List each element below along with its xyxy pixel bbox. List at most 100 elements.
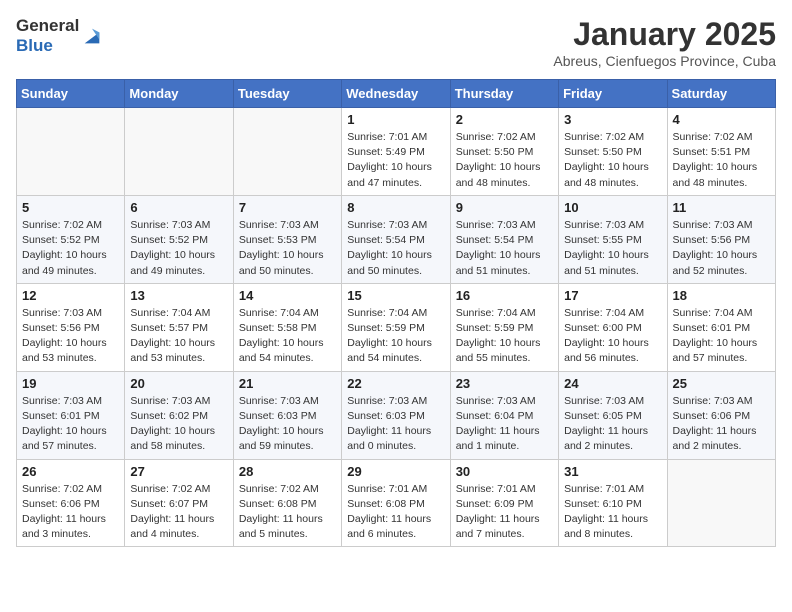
calendar-day-header: Sunday bbox=[17, 80, 125, 108]
day-number: 15 bbox=[347, 288, 444, 303]
logo-icon bbox=[81, 25, 103, 47]
calendar-cell: 29 Sunrise: 7:01 AM Sunset: 6:08 PM Dayli… bbox=[342, 459, 450, 547]
calendar-cell: 16 Sunrise: 7:04 AM Sunset: 5:59 PM Dayli… bbox=[450, 283, 558, 371]
calendar-week-row: 12Sunrise: 7:03 AM Sunset: 5:56 PM Dayli… bbox=[17, 283, 776, 371]
calendar-cell: 12Sunrise: 7:03 AM Sunset: 5:56 PM Dayli… bbox=[17, 283, 125, 371]
day-info: Sunrise: 7:04 AM Sunset: 6:00 PM Dayligh… bbox=[564, 306, 661, 367]
calendar-day-header: Wednesday bbox=[342, 80, 450, 108]
calendar-cell: 2 Sunrise: 7:02 AM Sunset: 5:50 PM Daylig… bbox=[450, 108, 558, 196]
calendar-cell: 13Sunrise: 7:04 AM Sunset: 5:57 PM Dayli… bbox=[125, 283, 233, 371]
day-number: 12 bbox=[22, 288, 119, 303]
calendar-cell: 9 Sunrise: 7:03 AM Sunset: 5:54 PM Daylig… bbox=[450, 195, 558, 283]
day-number: 21 bbox=[239, 376, 336, 391]
day-number: 29 bbox=[347, 464, 444, 479]
day-number: 6 bbox=[130, 200, 227, 215]
day-number: 11 bbox=[673, 200, 770, 215]
day-number: 9 bbox=[456, 200, 553, 215]
day-number: 24 bbox=[564, 376, 661, 391]
calendar-week-row: 26 Sunrise: 7:02 AM Sunset: 6:06 PM Dayli… bbox=[17, 459, 776, 547]
calendar-cell: 21 Sunrise: 7:03 AM Sunset: 6:03 PM Dayli… bbox=[233, 371, 341, 459]
logo: General Blue bbox=[16, 16, 103, 57]
logo-blue: Blue bbox=[16, 36, 79, 56]
calendar-cell: 20 Sunrise: 7:03 AM Sunset: 6:02 PM Dayli… bbox=[125, 371, 233, 459]
day-info: Sunrise: 7:02 AM Sunset: 6:07 PM Dayligh… bbox=[130, 482, 227, 543]
day-number: 20 bbox=[130, 376, 227, 391]
day-info: Sunrise: 7:03 AM Sunset: 6:01 PM Dayligh… bbox=[22, 394, 119, 455]
day-number: 23 bbox=[456, 376, 553, 391]
day-info: Sunrise: 7:01 AM Sunset: 6:08 PM Dayligh… bbox=[347, 482, 444, 543]
day-number: 17 bbox=[564, 288, 661, 303]
calendar-cell: 8 Sunrise: 7:03 AM Sunset: 5:54 PM Daylig… bbox=[342, 195, 450, 283]
calendar-cell: 15 Sunrise: 7:04 AM Sunset: 5:59 PM Dayli… bbox=[342, 283, 450, 371]
calendar-cell: 1 Sunrise: 7:01 AM Sunset: 5:49 PM Daylig… bbox=[342, 108, 450, 196]
day-info: Sunrise: 7:02 AM Sunset: 5:50 PM Dayligh… bbox=[456, 130, 553, 191]
calendar-cell: 7 Sunrise: 7:03 AM Sunset: 5:53 PM Daylig… bbox=[233, 195, 341, 283]
calendar-cell: 5 Sunrise: 7:02 AM Sunset: 5:52 PM Daylig… bbox=[17, 195, 125, 283]
day-number: 10 bbox=[564, 200, 661, 215]
calendar-cell: 23Sunrise: 7:03 AM Sunset: 6:04 PM Dayli… bbox=[450, 371, 558, 459]
logo-general: General bbox=[16, 16, 79, 36]
calendar-cell: 24 Sunrise: 7:03 AM Sunset: 6:05 PM Dayli… bbox=[559, 371, 667, 459]
calendar-day-header: Thursday bbox=[450, 80, 558, 108]
day-info: Sunrise: 7:02 AM Sunset: 6:08 PM Dayligh… bbox=[239, 482, 336, 543]
day-number: 4 bbox=[673, 112, 770, 127]
day-number: 28 bbox=[239, 464, 336, 479]
day-info: Sunrise: 7:03 AM Sunset: 6:03 PM Dayligh… bbox=[239, 394, 336, 455]
day-info: Sunrise: 7:04 AM Sunset: 5:59 PM Dayligh… bbox=[456, 306, 553, 367]
calendar-cell: 11 Sunrise: 7:03 AM Sunset: 5:56 PM Dayli… bbox=[667, 195, 775, 283]
day-info: Sunrise: 7:03 AM Sunset: 5:54 PM Dayligh… bbox=[456, 218, 553, 279]
calendar-cell bbox=[667, 459, 775, 547]
day-number: 2 bbox=[456, 112, 553, 127]
month-title: January 2025 bbox=[553, 16, 776, 53]
day-number: 25 bbox=[673, 376, 770, 391]
day-number: 27 bbox=[130, 464, 227, 479]
day-info: Sunrise: 7:02 AM Sunset: 5:51 PM Dayligh… bbox=[673, 130, 770, 191]
calendar-cell: 27 Sunrise: 7:02 AM Sunset: 6:07 PM Dayli… bbox=[125, 459, 233, 547]
day-number: 26 bbox=[22, 464, 119, 479]
calendar-header-row: SundayMondayTuesdayWednesdayThursdayFrid… bbox=[17, 80, 776, 108]
calendar-day-header: Saturday bbox=[667, 80, 775, 108]
calendar-week-row: 5 Sunrise: 7:02 AM Sunset: 5:52 PM Daylig… bbox=[17, 195, 776, 283]
day-number: 7 bbox=[239, 200, 336, 215]
day-number: 19 bbox=[22, 376, 119, 391]
day-info: Sunrise: 7:03 AM Sunset: 6:02 PM Dayligh… bbox=[130, 394, 227, 455]
calendar-cell: 25 Sunrise: 7:03 AM Sunset: 6:06 PM Dayli… bbox=[667, 371, 775, 459]
page-header: General Blue January 2025 Abreus, Cienfu… bbox=[16, 16, 776, 69]
calendar-cell bbox=[233, 108, 341, 196]
day-number: 8 bbox=[347, 200, 444, 215]
calendar-cell: 30 Sunrise: 7:01 AM Sunset: 6:09 PM Dayli… bbox=[450, 459, 558, 547]
day-info: Sunrise: 7:04 AM Sunset: 5:59 PM Dayligh… bbox=[347, 306, 444, 367]
day-info: Sunrise: 7:03 AM Sunset: 5:55 PM Dayligh… bbox=[564, 218, 661, 279]
day-info: Sunrise: 7:03 AM Sunset: 5:56 PM Dayligh… bbox=[673, 218, 770, 279]
calendar-cell: 26 Sunrise: 7:02 AM Sunset: 6:06 PM Dayli… bbox=[17, 459, 125, 547]
location-subtitle: Abreus, Cienfuegos Province, Cuba bbox=[553, 53, 776, 69]
day-info: Sunrise: 7:03 AM Sunset: 6:05 PM Dayligh… bbox=[564, 394, 661, 455]
day-info: Sunrise: 7:02 AM Sunset: 5:52 PM Dayligh… bbox=[22, 218, 119, 279]
calendar-cell: 14Sunrise: 7:04 AM Sunset: 5:58 PM Dayli… bbox=[233, 283, 341, 371]
day-info: Sunrise: 7:01 AM Sunset: 6:09 PM Dayligh… bbox=[456, 482, 553, 543]
title-section: January 2025 Abreus, Cienfuegos Province… bbox=[553, 16, 776, 69]
day-info: Sunrise: 7:03 AM Sunset: 5:53 PM Dayligh… bbox=[239, 218, 336, 279]
day-number: 1 bbox=[347, 112, 444, 127]
calendar-cell: 28 Sunrise: 7:02 AM Sunset: 6:08 PM Dayli… bbox=[233, 459, 341, 547]
calendar-cell: 18 Sunrise: 7:04 AM Sunset: 6:01 PM Dayli… bbox=[667, 283, 775, 371]
day-number: 5 bbox=[22, 200, 119, 215]
calendar-week-row: 1 Sunrise: 7:01 AM Sunset: 5:49 PM Daylig… bbox=[17, 108, 776, 196]
day-info: Sunrise: 7:04 AM Sunset: 5:57 PM Dayligh… bbox=[130, 306, 227, 367]
calendar-week-row: 19 Sunrise: 7:03 AM Sunset: 6:01 PM Dayli… bbox=[17, 371, 776, 459]
day-number: 18 bbox=[673, 288, 770, 303]
day-info: Sunrise: 7:02 AM Sunset: 6:06 PM Dayligh… bbox=[22, 482, 119, 543]
day-info: Sunrise: 7:04 AM Sunset: 6:01 PM Dayligh… bbox=[673, 306, 770, 367]
day-number: 16 bbox=[456, 288, 553, 303]
day-number: 22 bbox=[347, 376, 444, 391]
day-info: Sunrise: 7:03 AM Sunset: 5:54 PM Dayligh… bbox=[347, 218, 444, 279]
day-info: Sunrise: 7:01 AM Sunset: 5:49 PM Dayligh… bbox=[347, 130, 444, 191]
calendar-cell: 17 Sunrise: 7:04 AM Sunset: 6:00 PM Dayli… bbox=[559, 283, 667, 371]
day-info: Sunrise: 7:03 AM Sunset: 6:06 PM Dayligh… bbox=[673, 394, 770, 455]
day-number: 30 bbox=[456, 464, 553, 479]
calendar-cell: 10 Sunrise: 7:03 AM Sunset: 5:55 PM Dayli… bbox=[559, 195, 667, 283]
calendar-cell: 22Sunrise: 7:03 AM Sunset: 6:03 PM Dayli… bbox=[342, 371, 450, 459]
calendar-cell: 3Sunrise: 7:02 AM Sunset: 5:50 PM Daylig… bbox=[559, 108, 667, 196]
calendar-cell: 19 Sunrise: 7:03 AM Sunset: 6:01 PM Dayli… bbox=[17, 371, 125, 459]
calendar-cell: 31Sunrise: 7:01 AM Sunset: 6:10 PM Dayli… bbox=[559, 459, 667, 547]
